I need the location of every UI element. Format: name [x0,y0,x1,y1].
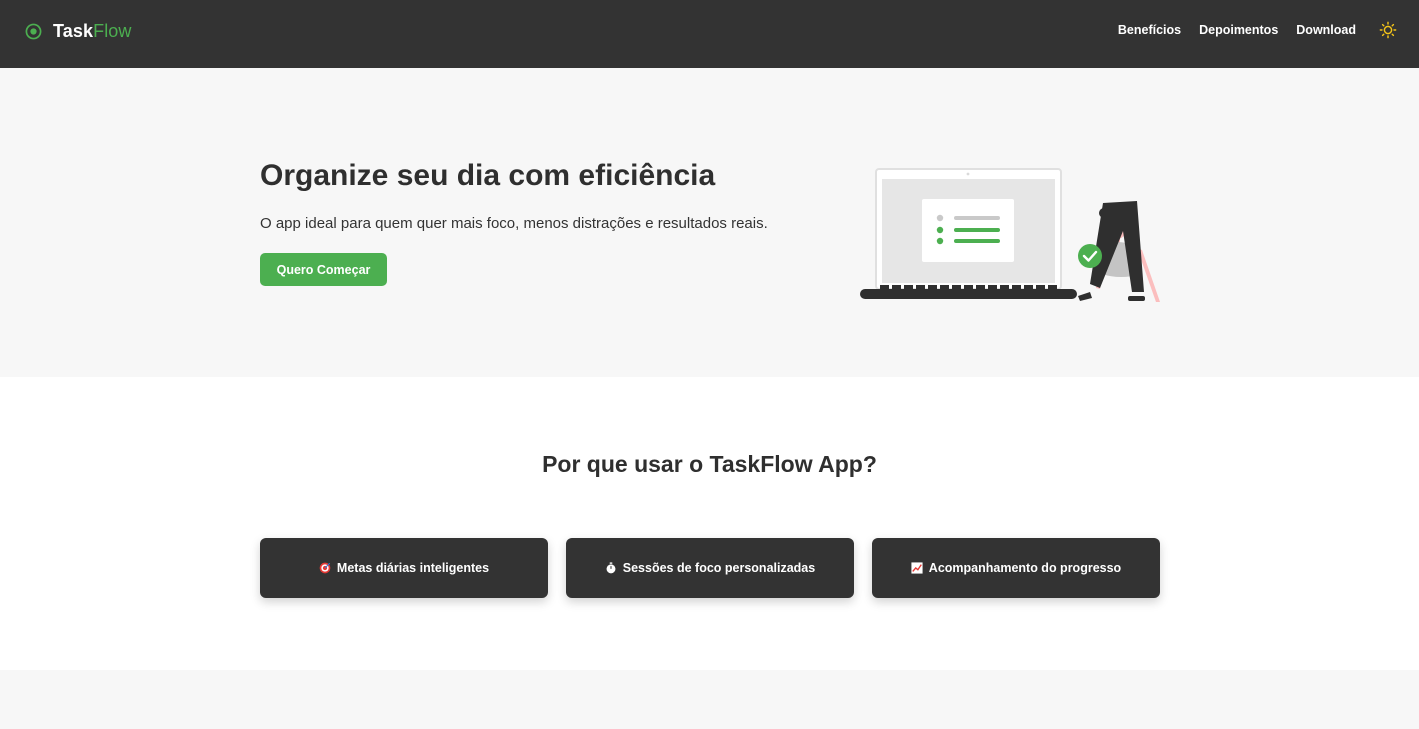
woman-with-laptop-illustration [860,168,1160,302]
feature-card-focus: Sessões de foco personalizadas [566,538,854,598]
hero-section: Organize seu dia com eficiência O app id… [0,68,1419,377]
feature-card-label: Metas diárias inteligentes [336,561,490,575]
sun-icon[interactable] [1379,21,1397,39]
feature-card-label: Acompanhamento do progresso [928,561,1122,575]
feature-card-label: Sessões de foco personalizadas [622,561,816,575]
brand-name: TaskFlow [53,21,132,42]
stopwatch-icon [606,562,616,574]
target-icon [25,23,42,39]
features-title: Por que usar o TaskFlow App? [542,451,877,477]
nav-link-beneficios[interactable]: Benefícios [1118,23,1181,37]
navbar: TaskFlow Benefícios Depoimentos Download [0,0,1419,68]
get-started-button[interactable]: Quero Começar [260,253,387,286]
feature-card-progress: Acompanhamento do progresso [872,538,1160,598]
nav-link-depoimentos[interactable]: Depoimentos [1199,23,1278,37]
brand-name-task: Task [53,20,94,41]
chart-increasing-icon [911,562,923,574]
nav-links: Benefícios Depoimentos Download [1100,23,1356,37]
next-section [0,670,1419,729]
brand-logo[interactable]: TaskFlow [25,19,132,43]
hero-title: Organize seu dia com eficiência [260,159,716,192]
nav-link-download[interactable]: Download [1296,23,1356,37]
brand-name-flow: Flow [93,20,132,41]
target-icon [319,562,331,574]
hero-subtitle: O app ideal para quem quer mais foco, me… [260,215,768,232]
feature-card-goals: Metas diárias inteligentes [260,538,548,598]
features-section: Por que usar o TaskFlow App? Metas diári… [0,377,1419,670]
